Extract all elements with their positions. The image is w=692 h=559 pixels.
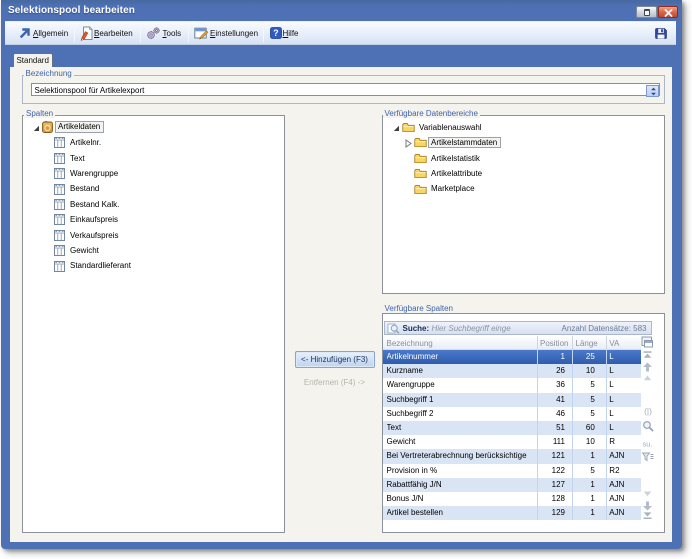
svg-text:su.: su. (642, 440, 652, 448)
svg-text:(|): (|) (644, 406, 652, 416)
svg-text:?: ? (273, 28, 279, 38)
